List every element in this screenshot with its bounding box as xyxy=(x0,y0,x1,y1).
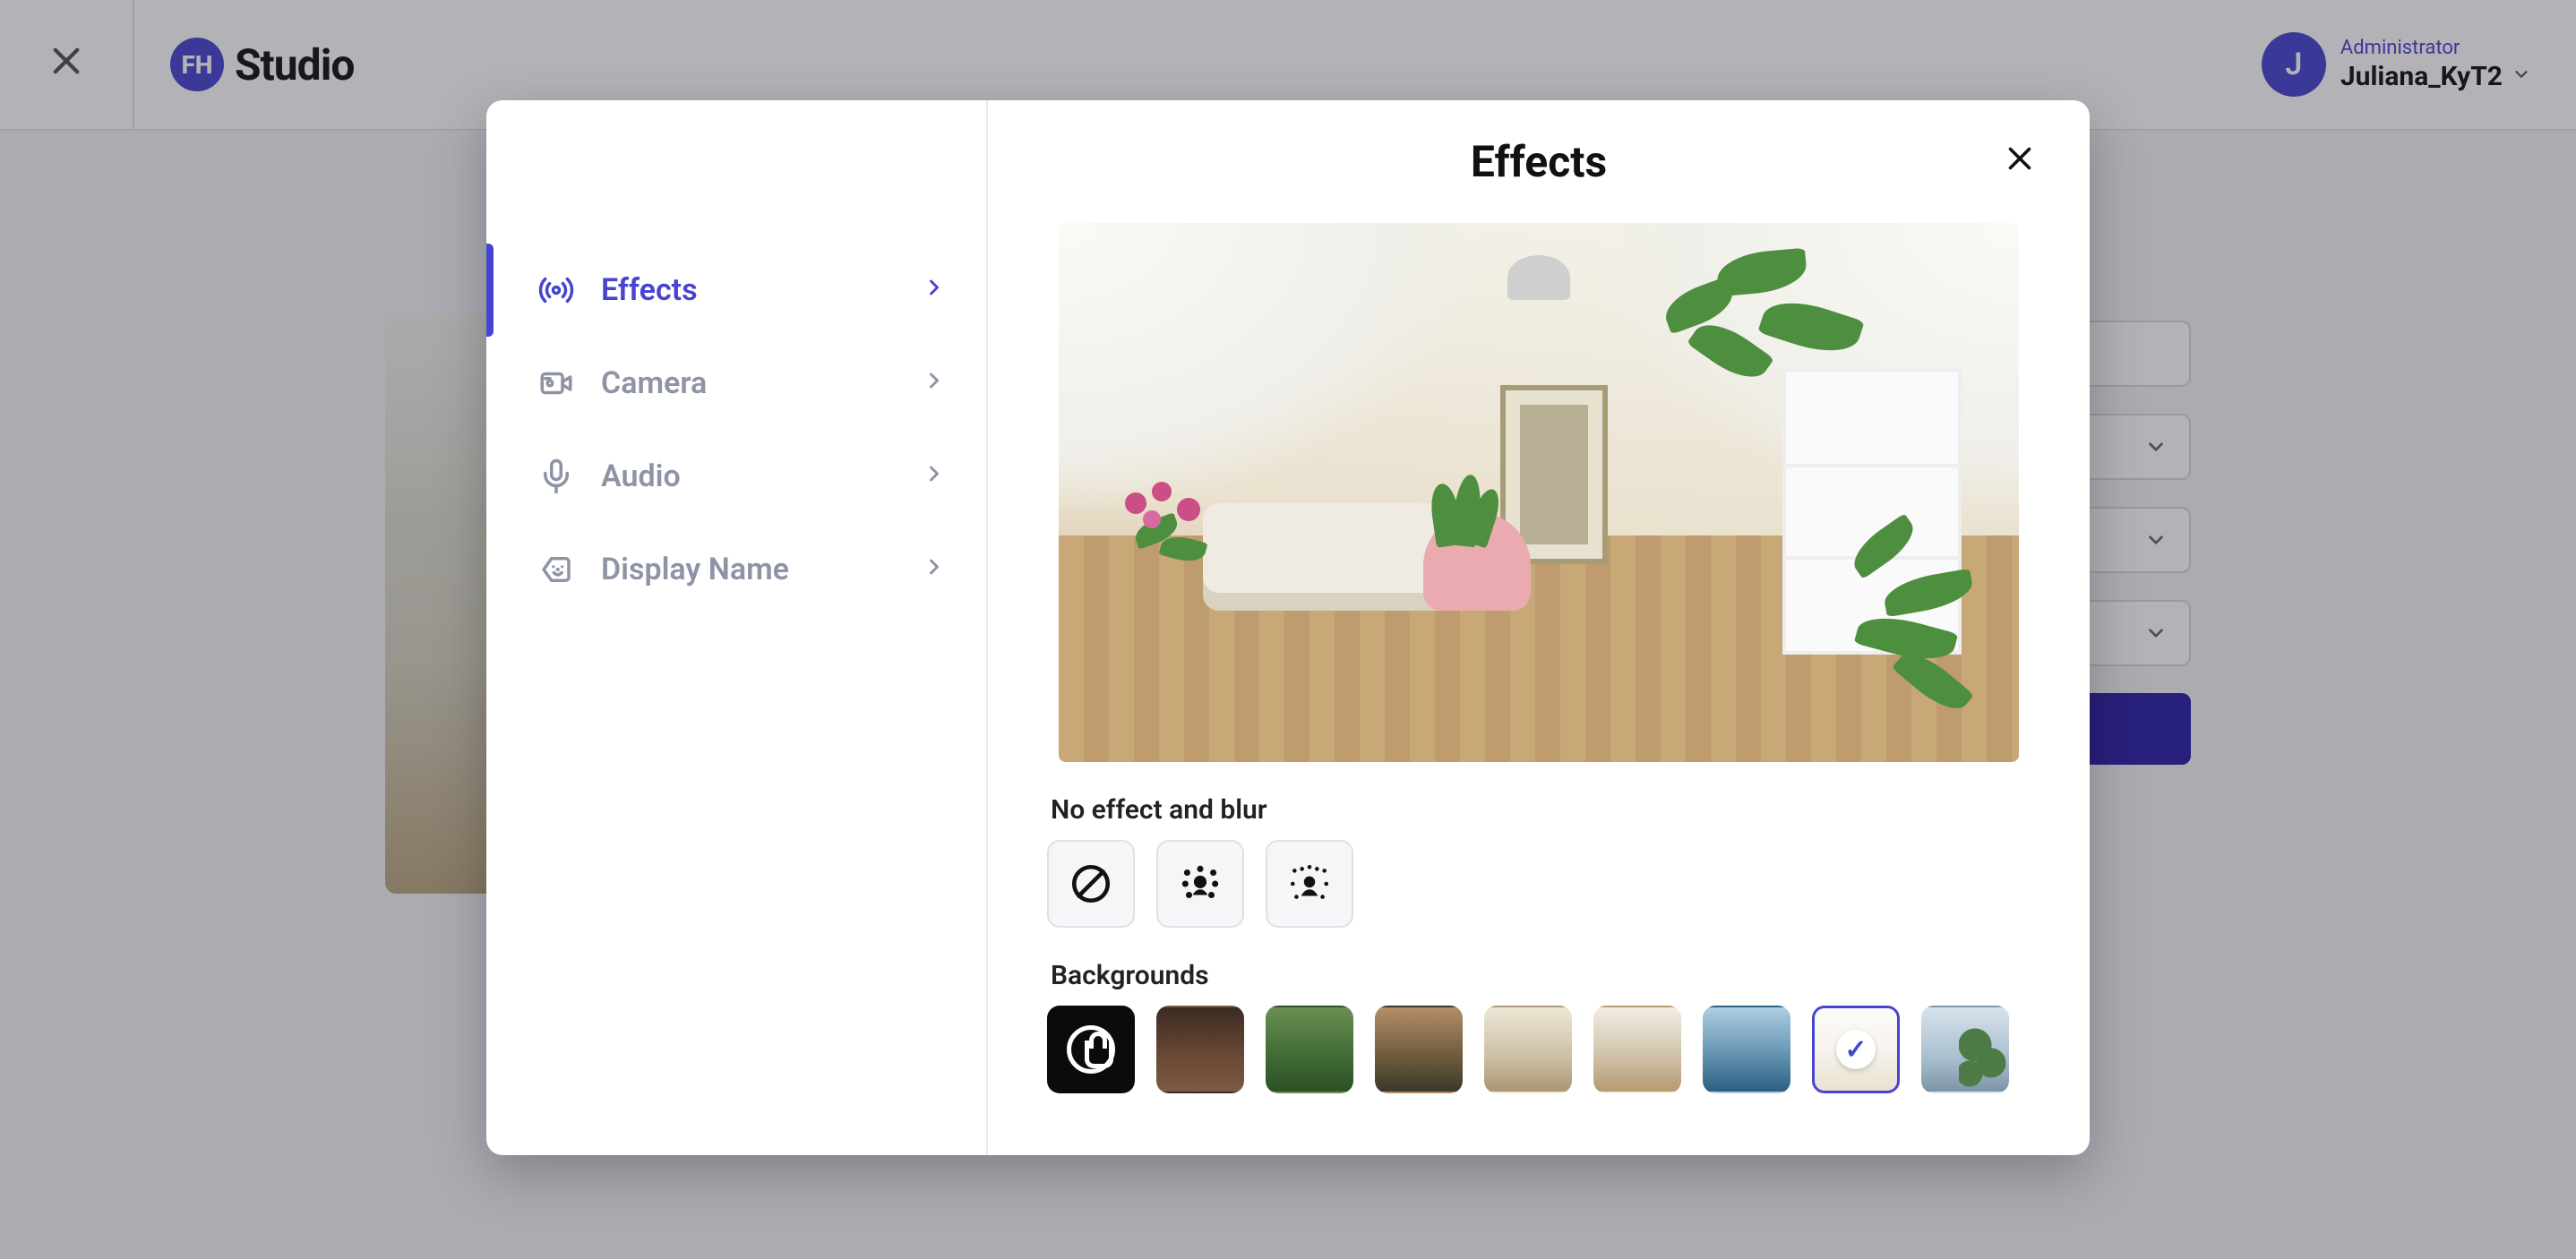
bg-brick[interactable] xyxy=(1156,1006,1244,1093)
modal-overlay: Effects Camera xyxy=(0,0,2576,1259)
sidebar-item-label: Audio xyxy=(601,458,897,494)
bg-hills[interactable] xyxy=(1375,1006,1463,1093)
close-icon[interactable] xyxy=(2004,141,2036,181)
sidebar-item-label: Camera xyxy=(601,365,897,401)
bg-ocean[interactable] xyxy=(1703,1006,1790,1093)
bg-brand-dark[interactable] xyxy=(1047,1006,1135,1093)
camera-icon xyxy=(537,364,576,403)
settings-main: Effects xyxy=(988,100,2090,1155)
effect-none[interactable] xyxy=(1047,840,1135,928)
bg-library[interactable] xyxy=(1484,1006,1572,1093)
settings-modal: Effects Camera xyxy=(486,100,2090,1155)
bg-living[interactable] xyxy=(1593,1006,1681,1093)
section-label-blur: No effect and blur xyxy=(1051,794,2036,826)
sidebar-item-audio[interactable]: Audio xyxy=(486,430,986,523)
chevron-right-icon xyxy=(922,272,947,308)
chevron-right-icon xyxy=(922,552,947,587)
sidebar-item-label: Display Name xyxy=(601,552,897,587)
bg-studio[interactable]: ✓ xyxy=(1812,1006,1900,1093)
sidebar-item-display-name[interactable]: Display Name xyxy=(486,523,986,616)
chevron-right-icon xyxy=(922,458,947,494)
name-tag-icon xyxy=(537,550,576,589)
bg-palm[interactable] xyxy=(1921,1006,2009,1093)
broadcast-icon xyxy=(537,270,576,310)
sidebar-item-effects[interactable]: Effects xyxy=(486,244,986,337)
chevron-right-icon xyxy=(922,365,947,401)
bg-forest[interactable] xyxy=(1266,1006,1353,1093)
effect-blur-light[interactable] xyxy=(1156,840,1244,928)
modal-title: Effects xyxy=(1471,136,1607,187)
blur-options xyxy=(1047,840,2036,928)
section-label-backgrounds: Backgrounds xyxy=(1051,960,2036,991)
sidebar-item-label: Effects xyxy=(601,272,897,308)
background-options: ✓ xyxy=(1047,1006,2036,1093)
sidebar-item-camera[interactable]: Camera xyxy=(486,337,986,430)
modal-header: Effects xyxy=(1042,136,2036,187)
effects-preview xyxy=(1059,223,2019,762)
check-icon: ✓ xyxy=(1815,1008,1897,1091)
settings-sidebar: Effects Camera xyxy=(486,100,988,1155)
mic-icon xyxy=(537,457,576,496)
effect-blur-strong[interactable] xyxy=(1266,840,1353,928)
